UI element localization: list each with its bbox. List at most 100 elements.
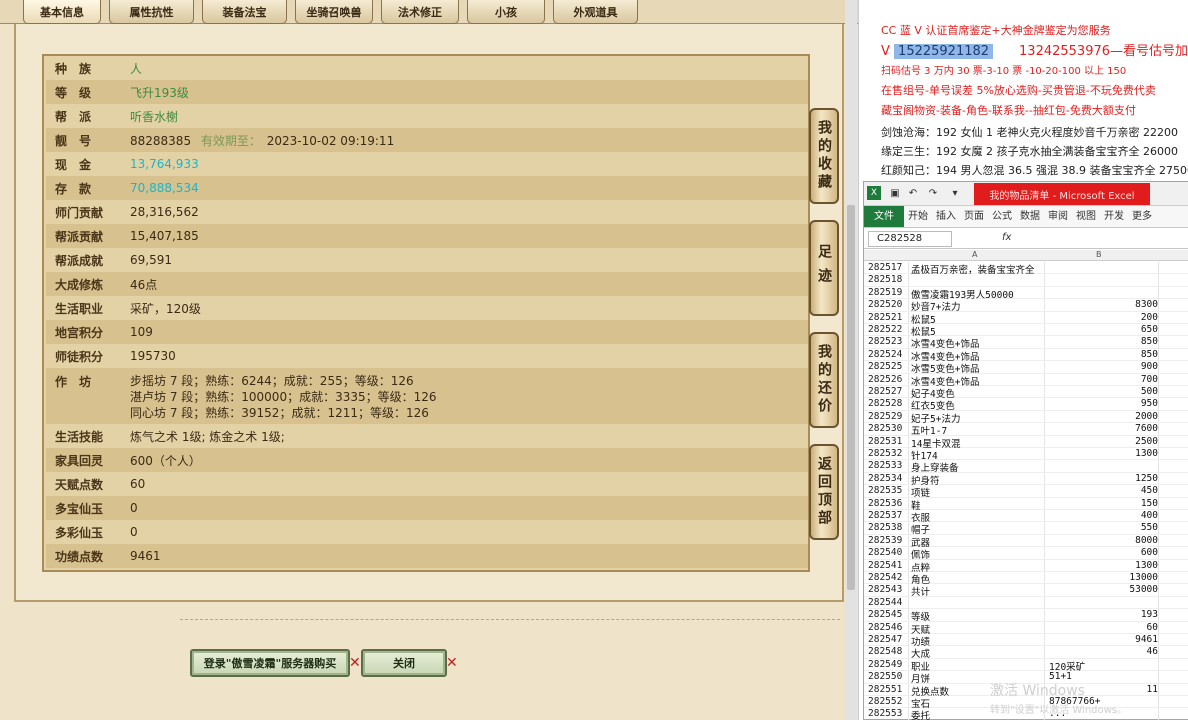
row-number[interactable]: 282529 bbox=[868, 411, 906, 422]
tab-basic-info[interactable]: 基本信息 bbox=[23, 0, 101, 24]
fx-icon[interactable]: fx bbox=[1002, 232, 1011, 243]
cell-b[interactable]: 8300 bbox=[1064, 299, 1158, 310]
cell-b[interactable]: 850 bbox=[1064, 349, 1158, 360]
spreadsheet-row[interactable]: 282537 衣服 400 bbox=[864, 510, 1188, 524]
spreadsheet-row[interactable]: 282530 五叶1-7 7600 bbox=[864, 423, 1188, 437]
spreadsheet-row[interactable]: 282547 功绩 9461 bbox=[864, 634, 1188, 648]
ribbon-tab-more[interactable]: 更多 bbox=[1128, 206, 1156, 227]
ribbon-tab-page[interactable]: 页面 bbox=[960, 206, 988, 227]
row-number[interactable]: 282521 bbox=[868, 312, 906, 323]
spreadsheet-row[interactable]: 282548 大成 46 bbox=[864, 646, 1188, 660]
row-number[interactable]: 282547 bbox=[868, 634, 906, 645]
row-number[interactable]: 282537 bbox=[868, 510, 906, 521]
row-number[interactable]: 282548 bbox=[868, 646, 906, 657]
close-button[interactable]: 关闭 bbox=[361, 649, 447, 677]
row-number[interactable]: 282532 bbox=[868, 448, 906, 459]
spreadsheet-row[interactable]: 282534 护身符 1250 bbox=[864, 473, 1188, 487]
row-number[interactable]: 282542 bbox=[868, 572, 906, 583]
cell-b[interactable]: 500 bbox=[1064, 386, 1158, 397]
row-number[interactable]: 282545 bbox=[868, 609, 906, 620]
cell-a[interactable]: 委托 bbox=[911, 708, 930, 720]
cell-b[interactable]: 60 bbox=[1064, 622, 1158, 633]
tab-children[interactable]: 小孩 bbox=[467, 0, 545, 24]
spreadsheet-row[interactable]: 282518 bbox=[864, 274, 1188, 287]
spreadsheet-row[interactable]: 282533 身上穿装备 bbox=[864, 460, 1188, 474]
back-to-top-button[interactable]: 返回顶部 bbox=[809, 444, 839, 540]
cell-b[interactable]: 9461 bbox=[1064, 634, 1158, 645]
cell-b[interactable]: 193 bbox=[1064, 609, 1158, 620]
row-number[interactable]: 282526 bbox=[868, 374, 906, 385]
cell-b[interactable]: 2000 bbox=[1064, 411, 1158, 422]
spreadsheet-row[interactable]: 282544 bbox=[864, 597, 1188, 610]
row-number[interactable]: 282536 bbox=[868, 498, 906, 509]
column-b-header[interactable]: B bbox=[1096, 250, 1102, 259]
spreadsheet-row[interactable]: 282523 冰雪4变色+饰品 850 bbox=[864, 336, 1188, 350]
spreadsheet-row[interactable]: 282539 武器 8000 bbox=[864, 535, 1188, 549]
row-number[interactable]: 282518 bbox=[868, 274, 906, 285]
spreadsheet-row[interactable]: 282526 冰雪4变色+饰品 700 bbox=[864, 374, 1188, 388]
row-number[interactable]: 282546 bbox=[868, 622, 906, 633]
row-number[interactable]: 282552 bbox=[868, 696, 906, 707]
spreadsheet-row[interactable]: 282528 红衣5变色 950 bbox=[864, 398, 1188, 412]
spreadsheet-row[interactable]: 282536 鞋 150 bbox=[864, 498, 1188, 512]
cell-b[interactable]: 900 bbox=[1064, 361, 1158, 372]
cell-b[interactable]: 13000 bbox=[1064, 572, 1158, 583]
row-number[interactable]: 282527 bbox=[868, 386, 906, 397]
row-number[interactable]: 282543 bbox=[868, 584, 906, 595]
undo-icon[interactable]: ↶ bbox=[906, 186, 920, 200]
tab-mounts-pets[interactable]: 坐骑召唤兽 bbox=[295, 0, 373, 24]
spreadsheet-row[interactable]: 282546 天赋 60 bbox=[864, 622, 1188, 636]
spreadsheet-row[interactable]: 282520 妙音7+法力 8300 bbox=[864, 299, 1188, 313]
row-number[interactable]: 282517 bbox=[868, 262, 906, 273]
cell-grid[interactable]: 282517 孟极百万亲密，装备宝宝齐全 282518 282519 傲雪凌霜193男人… bbox=[864, 262, 1188, 720]
ribbon-tab-view[interactable]: 视图 bbox=[1072, 206, 1100, 227]
cell-b[interactable]: 400 bbox=[1064, 510, 1158, 521]
tab-appearance[interactable]: 外观道具 bbox=[553, 0, 638, 24]
ribbon-tab-file[interactable]: 文件 bbox=[864, 206, 904, 227]
spreadsheet-row[interactable]: 282541 点粹 1300 bbox=[864, 560, 1188, 574]
spreadsheet-row[interactable]: 282527 妃子4变色 500 bbox=[864, 386, 1188, 400]
spreadsheet-row[interactable]: 282525 冰雪5变色+饰品 900 bbox=[864, 361, 1188, 375]
cell-b[interactable]: 550 bbox=[1064, 522, 1158, 533]
row-number[interactable]: 282551 bbox=[868, 684, 906, 695]
spreadsheet-row[interactable]: 282531 14星卡双混 2500 bbox=[864, 436, 1188, 450]
redo-icon[interactable]: ↷ bbox=[926, 186, 940, 200]
row-number[interactable]: 282524 bbox=[868, 349, 906, 360]
cell-b[interactable]: 850 bbox=[1064, 336, 1158, 347]
spreadsheet-row[interactable]: 282524 冰雪4变色+饰品 850 bbox=[864, 349, 1188, 363]
spreadsheet-row[interactable]: 282517 孟极百万亲密，装备宝宝齐全 bbox=[864, 262, 1188, 276]
cell-b[interactable]: 2500 bbox=[1064, 436, 1158, 447]
row-number[interactable]: 282541 bbox=[868, 560, 906, 571]
tab-spell-correction[interactable]: 法术修正 bbox=[381, 0, 459, 24]
spreadsheet-row[interactable]: 282535 项链 450 bbox=[864, 485, 1188, 499]
ribbon-tab-review[interactable]: 审阅 bbox=[1044, 206, 1072, 227]
spreadsheet-row[interactable]: 282543 共计 53000 bbox=[864, 584, 1188, 598]
cell-b[interactable]: 650 bbox=[1064, 324, 1158, 335]
my-favorites-button[interactable]: 我的收藏 bbox=[809, 108, 839, 204]
spreadsheet-row[interactable]: 282545 等级 193 bbox=[864, 609, 1188, 623]
row-number[interactable]: 282538 bbox=[868, 522, 906, 533]
spreadsheet-row[interactable]: 282532 针174 1300 bbox=[864, 448, 1188, 462]
row-number[interactable]: 282535 bbox=[868, 485, 906, 496]
row-number[interactable]: 282534 bbox=[868, 473, 906, 484]
cell-b[interactable]: 1250 bbox=[1064, 473, 1158, 484]
row-number[interactable]: 282530 bbox=[868, 423, 906, 434]
page-scrollbar[interactable] bbox=[845, 0, 857, 720]
cell-b[interactable]: 450 bbox=[1064, 485, 1158, 496]
save-icon[interactable]: ▣ bbox=[888, 186, 902, 200]
ribbon-tab-home[interactable]: 开始 bbox=[904, 206, 932, 227]
cell-b[interactable]: 1300 bbox=[1064, 448, 1158, 459]
footprints-button[interactable]: 足迹 bbox=[809, 220, 839, 316]
spreadsheet-row[interactable]: 282542 角色 13000 bbox=[864, 572, 1188, 586]
row-number[interactable]: 282519 bbox=[868, 287, 906, 298]
row-number[interactable]: 282540 bbox=[868, 547, 906, 558]
cell-b[interactable]: 46 bbox=[1064, 646, 1158, 657]
spreadsheet-row[interactable]: 282540 佩饰 600 bbox=[864, 547, 1188, 561]
spreadsheet-row[interactable]: 282521 松鼠5 200 bbox=[864, 312, 1188, 326]
ribbon-tab-formula[interactable]: 公式 bbox=[988, 206, 1016, 227]
row-number[interactable]: 282523 bbox=[868, 336, 906, 347]
cell-b[interactable]: 700 bbox=[1064, 374, 1158, 385]
row-number[interactable]: 282544 bbox=[868, 597, 906, 608]
row-number[interactable]: 282539 bbox=[868, 535, 906, 546]
row-number[interactable]: 282550 bbox=[868, 671, 906, 682]
